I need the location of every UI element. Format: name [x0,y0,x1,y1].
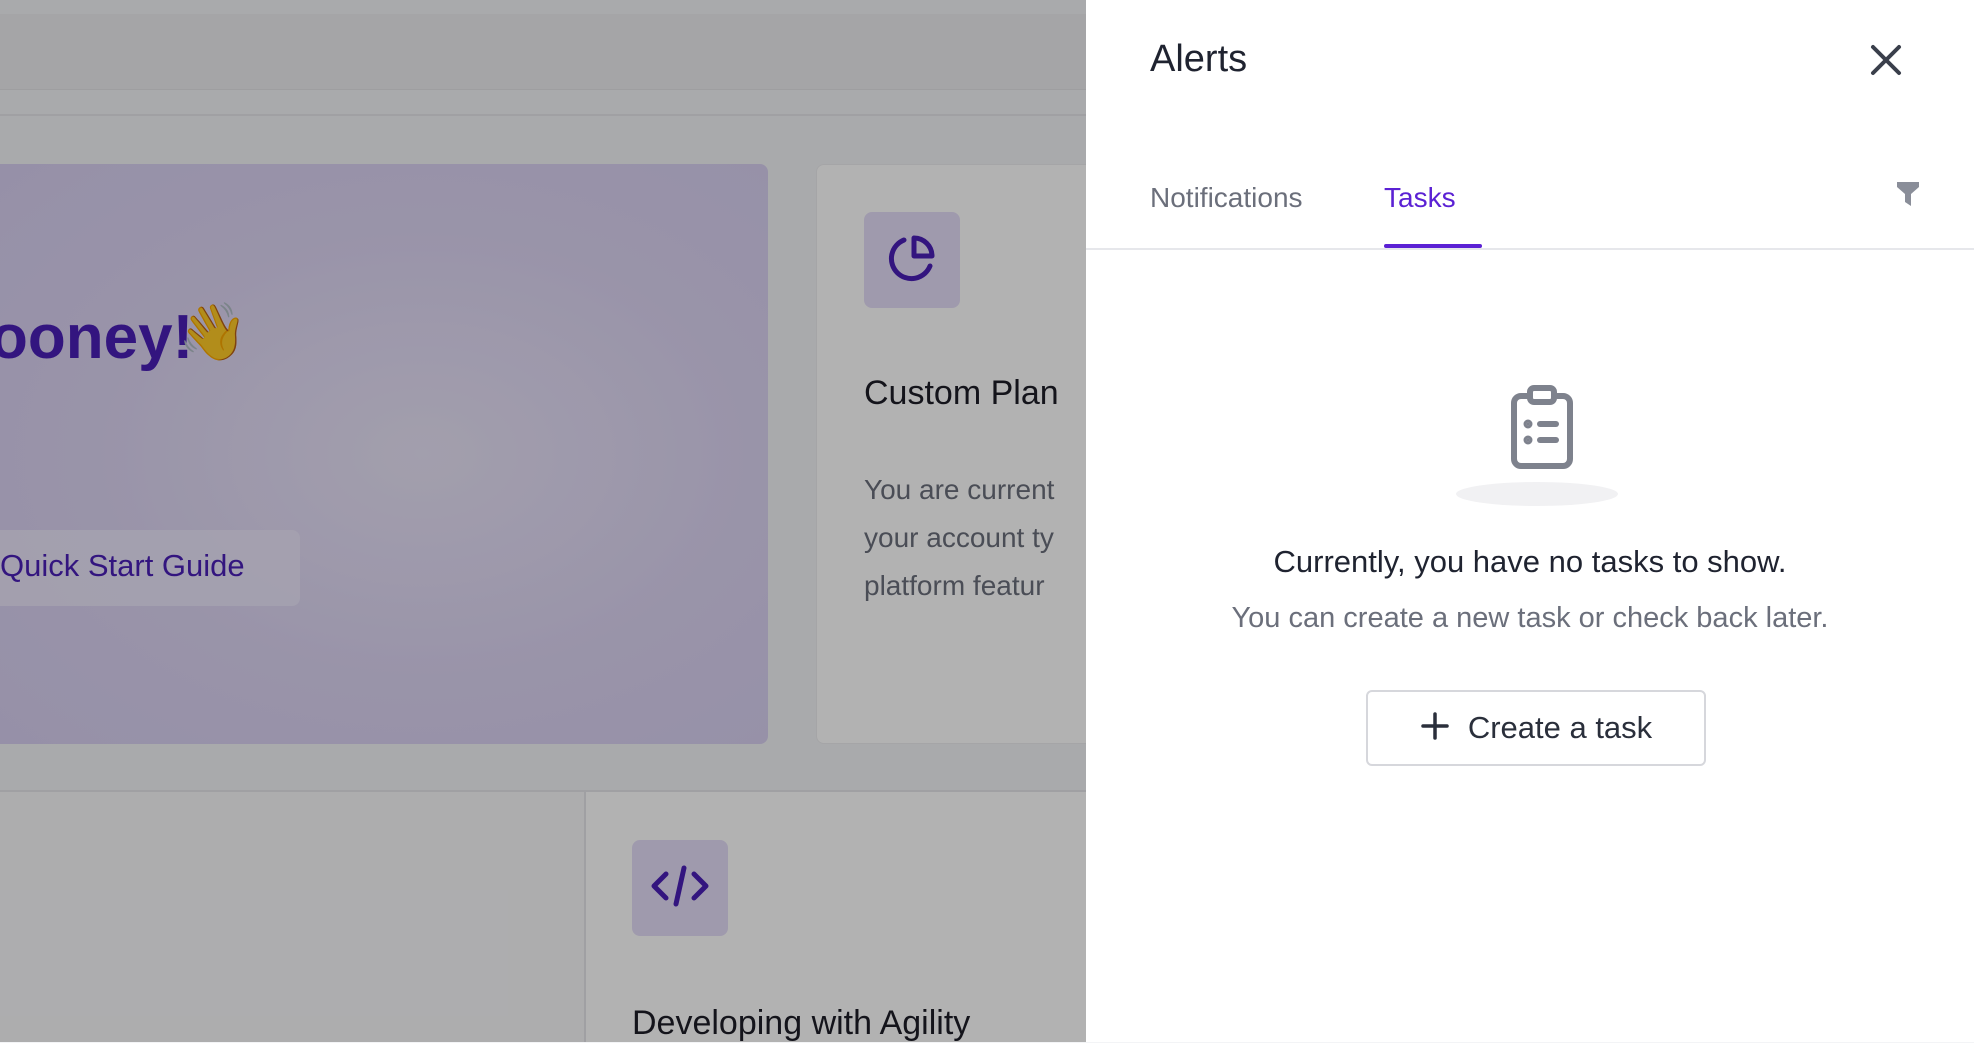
modal-overlay[interactable] [0,0,1086,1042]
tab-tasks[interactable]: Tasks [1384,182,1456,214]
tab-notifications[interactable]: Notifications [1150,182,1303,214]
clipboard-icon [1452,382,1632,512]
filter-icon [1896,180,1920,213]
filter-button[interactable] [1892,180,1924,212]
drawer-title: Alerts [1150,38,1248,80]
close-icon [1869,43,1903,82]
empty-state-subtitle: You can create a new task or check back … [1231,602,1829,634]
empty-state-title: Currently, you have no tasks to show. [1273,544,1787,579]
alerts-drawer: Alerts Notifications Tasks Currently, yo… [1086,0,1974,1042]
create-task-button[interactable]: Create a task [1366,690,1706,766]
plus-icon [1420,711,1450,746]
close-button[interactable] [1860,36,1912,88]
tabs-divider [1086,248,1974,250]
create-task-label: Create a task [1467,710,1653,745]
